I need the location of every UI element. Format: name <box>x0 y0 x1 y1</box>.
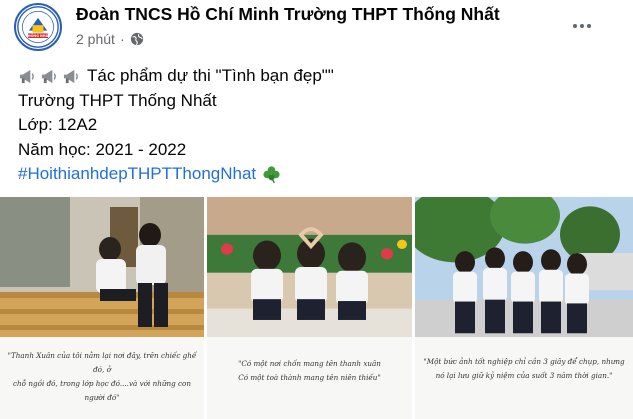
photo-1-caption: "Thanh Xuân của tôi nằm lại nơi đây, trê… <box>4 349 200 405</box>
post-photo-1[interactable]: "Thanh Xuân của tôi nằm lại nơi đây, trê… <box>0 197 204 419</box>
post-line-school: Trường THPT Thống Nhất <box>18 90 217 110</box>
post-text: Tác phẩm dự thi "Tình bạn đẹp"" Trường T… <box>18 64 334 187</box>
caption-line: "Một bức ảnh tốt nghiệp chỉ cần 3 giây đ… <box>423 357 625 366</box>
clover-icon <box>263 166 280 184</box>
post-title-text: Tác phẩm dự thi "Tình bạn đẹp"" <box>87 66 334 85</box>
photo-3-caption: "Một bức ảnh tốt nghiệp chỉ cần 3 giây đ… <box>419 355 629 383</box>
megaphone-icon <box>41 69 56 83</box>
post-line-title: Tác phẩm dự thi "Tình bạn đẹp"" <box>18 64 334 89</box>
megaphone-icon <box>63 69 78 83</box>
post-meta: 2 phút · <box>76 31 144 47</box>
caption-line: "Thanh Xuân của tôi nằm lại nơi đây, trê… <box>7 351 197 374</box>
post-photo-3[interactable]: "Một bức ảnh tốt nghiệp chỉ cần 3 giây đ… <box>415 197 633 419</box>
photo-1-image <box>0 197 204 337</box>
meta-separator: · <box>119 31 125 47</box>
more-options-icon <box>573 24 577 28</box>
post-line-year: Năm học: 2021 - 2022 <box>18 139 187 159</box>
photo-2-caption: "Có một nơi chốn mang tên thanh xuân Có … <box>211 357 408 385</box>
caption-line: nó lại lưu giữ kỷ niệm của suốt 3 năm th… <box>435 371 613 380</box>
post-line-hashtag: #HoithianhdepTHPTThongNhat <box>18 162 334 187</box>
post-line-class: Lớp: 12A2 <box>18 115 98 134</box>
photo-3-image <box>415 197 633 337</box>
facebook-post: THỐNG NHẤT Đoàn TNCS Hồ Chí Minh Trường … <box>0 0 633 419</box>
globe-icon[interactable] <box>130 32 144 46</box>
hashtag-link[interactable]: #HoithianhdepTHPTThongNhat <box>18 162 256 187</box>
more-options-button[interactable] <box>570 18 594 34</box>
post-photo-2[interactable]: "Có một nơi chốn mang tên thanh xuân Có … <box>207 197 412 419</box>
megaphone-emojis <box>18 68 81 85</box>
photo-2-image <box>207 197 412 337</box>
photo-grid: "Thanh Xuân của tôi nằm lại nơi đây, trê… <box>0 197 633 419</box>
avatar-text: THỐNG NHẤT <box>26 33 51 38</box>
megaphone-icon <box>19 69 34 83</box>
caption-line: "Có một nơi chốn mang tên thanh xuân <box>238 359 381 368</box>
school-logo-icon: THỐNG NHẤT <box>17 6 59 48</box>
post-timestamp[interactable]: 2 phút <box>76 31 115 47</box>
caption-line: Có một toà thành mang tên niên thiếu" <box>238 373 381 382</box>
page-avatar[interactable]: THỐNG NHẤT <box>14 3 62 51</box>
caption-line: chỗ ngồi đó, trong lớp học đó....và với … <box>13 379 191 402</box>
page-name-link[interactable]: Đoàn TNCS Hồ Chí Minh Trường THPT Thống … <box>76 4 500 25</box>
